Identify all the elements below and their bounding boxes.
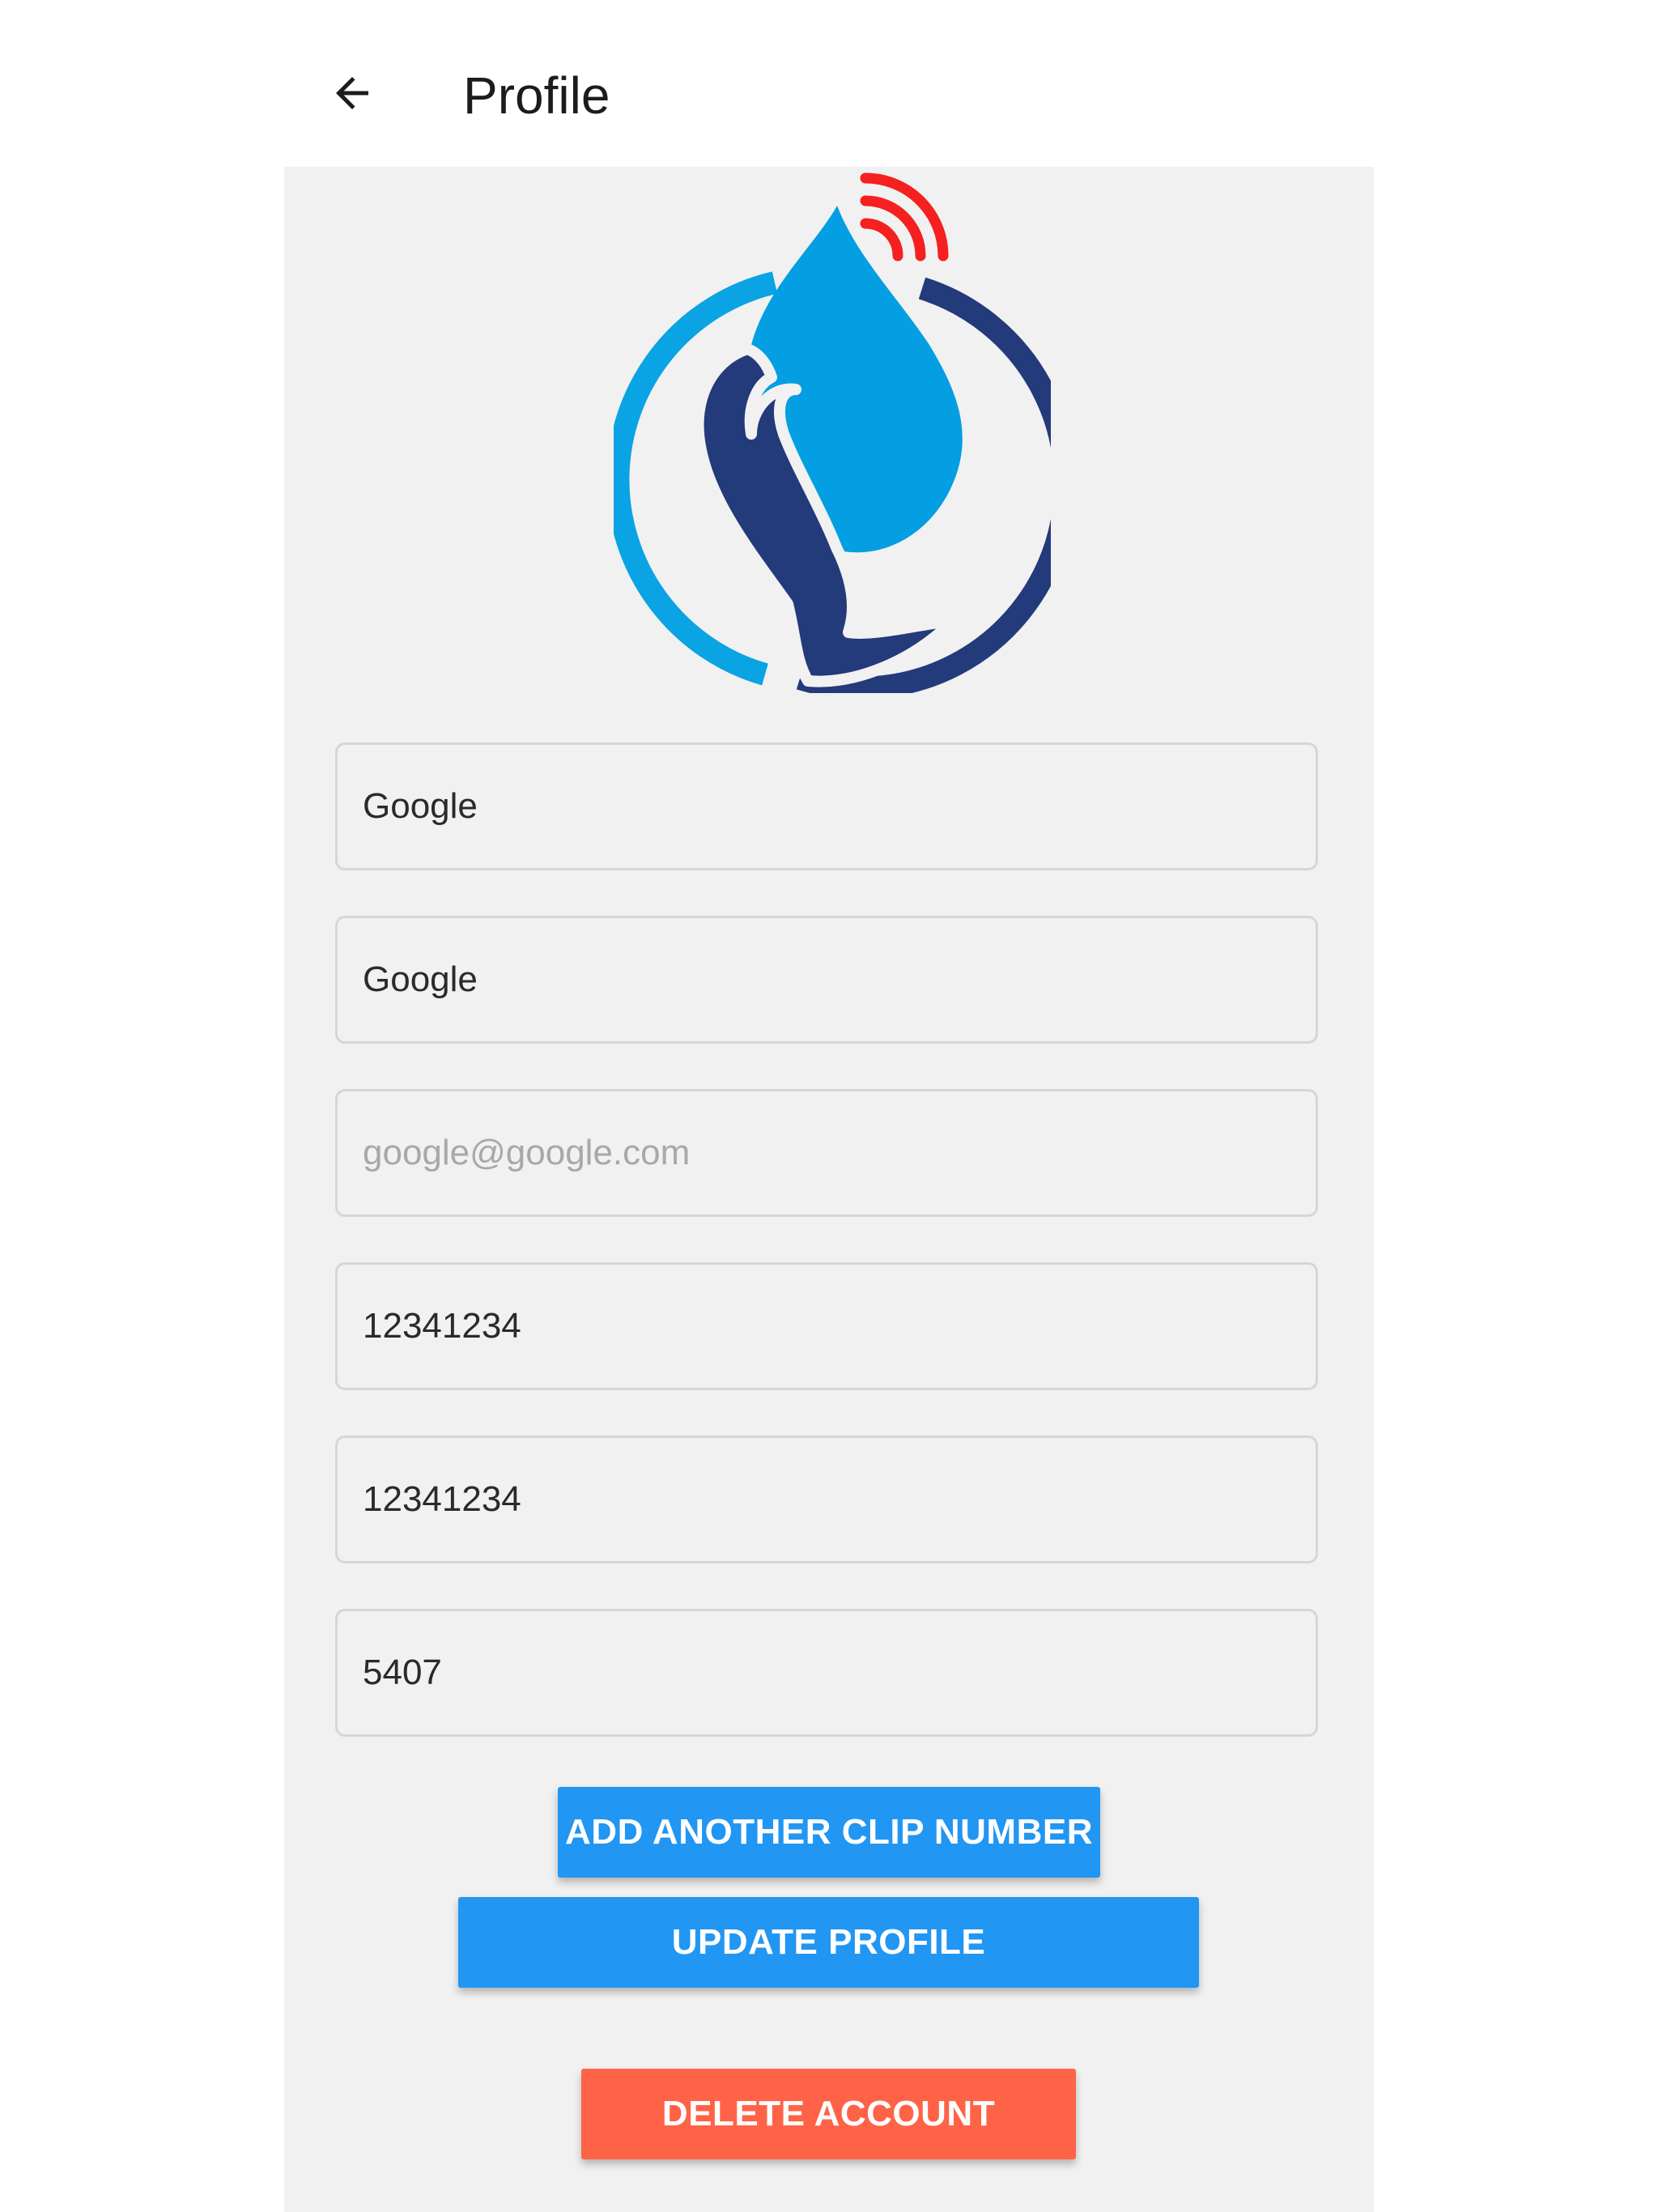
update-profile-button[interactable]: UPDATE PROFILE	[458, 1897, 1199, 1988]
back-button[interactable]	[316, 57, 389, 130]
last-name-input[interactable]	[363, 918, 1316, 1041]
first-name-input[interactable]	[363, 745, 1316, 868]
phone-input[interactable]	[363, 1265, 1316, 1388]
signal-arc-1	[860, 218, 903, 262]
mobile-input[interactable]	[363, 1438, 1316, 1561]
delete-account-button[interactable]: DELETE ACCOUNT	[581, 2069, 1076, 2159]
mobile-field[interactable]	[335, 1436, 1318, 1563]
app-bar: Profile	[0, 0, 1658, 166]
clip-number-field[interactable]	[335, 1609, 1318, 1737]
water-drop-hand-logo	[614, 172, 1051, 693]
profile-content: ADD ANOTHER CLIP NUMBER UPDATE PROFILE D…	[284, 167, 1374, 2212]
clip-number-input[interactable]	[363, 1611, 1316, 1734]
phone-field[interactable]	[335, 1262, 1318, 1390]
last-name-field[interactable]	[335, 916, 1318, 1044]
page-title: Profile	[463, 66, 610, 125]
arrow-left-icon	[336, 77, 368, 109]
email-field[interactable]	[335, 1089, 1318, 1217]
email-input[interactable]	[363, 1091, 1316, 1214]
first-name-field[interactable]	[335, 742, 1318, 870]
add-clip-number-button[interactable]: ADD ANOTHER CLIP NUMBER	[558, 1787, 1100, 1878]
